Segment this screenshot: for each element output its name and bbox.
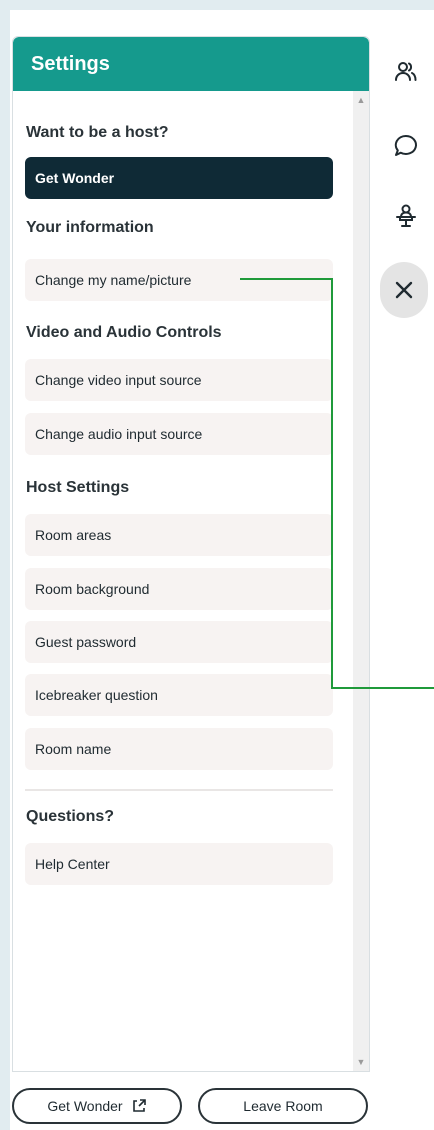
scroll-up-arrow-icon[interactable]: ▲ (353, 95, 369, 105)
annotation-line-vertical (331, 278, 333, 689)
scroll-down-arrow-icon[interactable]: ▼ (353, 1057, 369, 1067)
settings-scroll-area[interactable]: Want to be a host? Get Wonder Your infor… (13, 91, 369, 1071)
room-areas-item[interactable]: Room areas (25, 514, 333, 556)
window-left-edge (0, 0, 10, 1130)
people-icon[interactable] (388, 54, 424, 90)
external-link-icon (132, 1099, 146, 1112)
person-at-desk-icon[interactable] (388, 198, 424, 234)
close-button[interactable] (380, 262, 428, 318)
video-audio-heading: Video and Audio Controls (26, 324, 222, 341)
change-audio-input-item[interactable]: Change audio input source (25, 413, 333, 455)
annotation-line-horizontal-top (240, 278, 332, 280)
footer-get-wonder-button[interactable]: Get Wonder (12, 1088, 182, 1124)
footer-get-wonder-label: Get Wonder (47, 1098, 123, 1114)
scrollbar[interactable]: ▲ ▼ (353, 91, 369, 1071)
guest-password-item[interactable]: Guest password (25, 621, 333, 663)
change-name-picture-item[interactable]: Change my name/picture (25, 259, 333, 301)
help-center-item[interactable]: Help Center (25, 843, 333, 885)
room-name-item[interactable]: Room name (25, 728, 333, 770)
room-background-item[interactable]: Room background (25, 568, 333, 610)
settings-header: Settings (13, 37, 369, 91)
close-icon (395, 281, 413, 299)
leave-room-label: Leave Room (243, 1098, 323, 1114)
settings-title: Settings (31, 52, 110, 75)
window-top-edge (0, 0, 434, 10)
leave-room-button[interactable]: Leave Room (198, 1088, 368, 1124)
change-video-input-item[interactable]: Change video input source (25, 359, 333, 401)
your-information-heading: Your information (26, 219, 154, 236)
chat-icon[interactable] (388, 128, 424, 164)
settings-panel: Settings Want to be a host? Get Wonder Y… (12, 36, 370, 1072)
host-heading: Want to be a host? (26, 124, 169, 141)
icebreaker-question-item[interactable]: Icebreaker question (25, 674, 333, 716)
get-wonder-button[interactable]: Get Wonder (25, 157, 333, 199)
questions-heading: Questions? (26, 808, 115, 825)
section-divider (25, 789, 333, 791)
host-settings-heading: Host Settings (26, 479, 130, 496)
annotation-line-horizontal-bottom (331, 687, 434, 689)
